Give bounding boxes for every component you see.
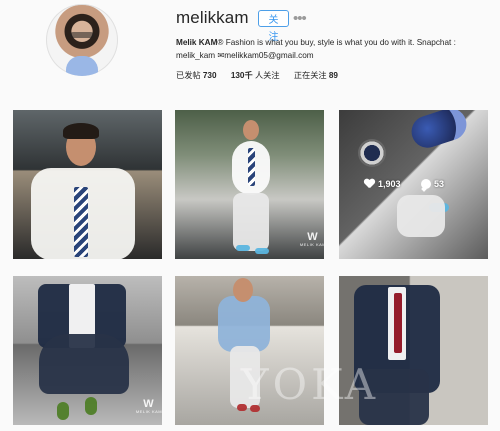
avatar[interactable] — [46, 4, 118, 76]
bio-email[interactable]: melikkam05@gmail.com — [224, 51, 313, 60]
username[interactable]: melikkam — [176, 8, 249, 28]
profile-stats: 已发帖 730 130千 人关注 正在关注 89 — [176, 69, 350, 81]
post-watermark-logo: W — [293, 231, 324, 247]
more-options-button[interactable]: ••• — [293, 10, 307, 27]
post-watermark-logo: W — [129, 398, 162, 414]
profile-header: melikkam 关注 ••• Melik KAM® Fashion is wh… — [0, 0, 500, 100]
sunglasses — [407, 110, 471, 152]
followers-stat[interactable]: 130千 人关注 — [231, 69, 280, 81]
comment-icon — [421, 178, 432, 189]
white-trousers — [397, 195, 445, 237]
blue-shirt — [218, 296, 270, 352]
following-stat-label: 正在关注 — [293, 71, 327, 80]
post-thumbnail-2[interactable]: W — [175, 110, 324, 259]
heart-icon — [364, 179, 375, 189]
person-head — [233, 278, 253, 302]
posts-stat-value: 730 — [202, 71, 217, 80]
comment-count: 53 — [434, 178, 445, 189]
profile-bio: Melik KAM® Fashion is what you buy, styl… — [176, 36, 466, 62]
like-count: 1,903 — [378, 178, 401, 189]
white-pants — [233, 193, 269, 251]
red-tie — [394, 293, 402, 353]
following-stat-value: 89 — [328, 71, 338, 80]
follow-button[interactable]: 关注 — [258, 10, 289, 43]
navy-pants — [39, 334, 129, 394]
followers-stat-label: 人关注 — [254, 71, 280, 80]
striped-tie — [74, 187, 88, 257]
green-shoe-right — [85, 397, 97, 415]
blue-shoe-left — [236, 245, 250, 251]
blue-shoe-right — [255, 248, 269, 254]
post-engagement-overlay: 1,903 53 — [364, 178, 444, 189]
posts-stat-label: 已发帖 — [176, 71, 201, 80]
striped-tie — [248, 148, 255, 186]
wristwatch — [358, 139, 386, 167]
person-head — [243, 120, 259, 140]
followers-stat-value: 130千 — [230, 71, 253, 80]
green-shoe-left — [57, 402, 69, 420]
bio-name: Melik KAM — [176, 38, 218, 47]
person-hair — [63, 123, 99, 139]
posts-stat[interactable]: 已发帖 730 — [176, 69, 217, 81]
post-thumbnail-1[interactable] — [13, 110, 162, 259]
post-thumbnail-4[interactable]: W — [13, 276, 162, 425]
site-watermark: YOKA — [240, 360, 380, 409]
following-stat[interactable]: 正在关注 89 — [294, 69, 338, 81]
